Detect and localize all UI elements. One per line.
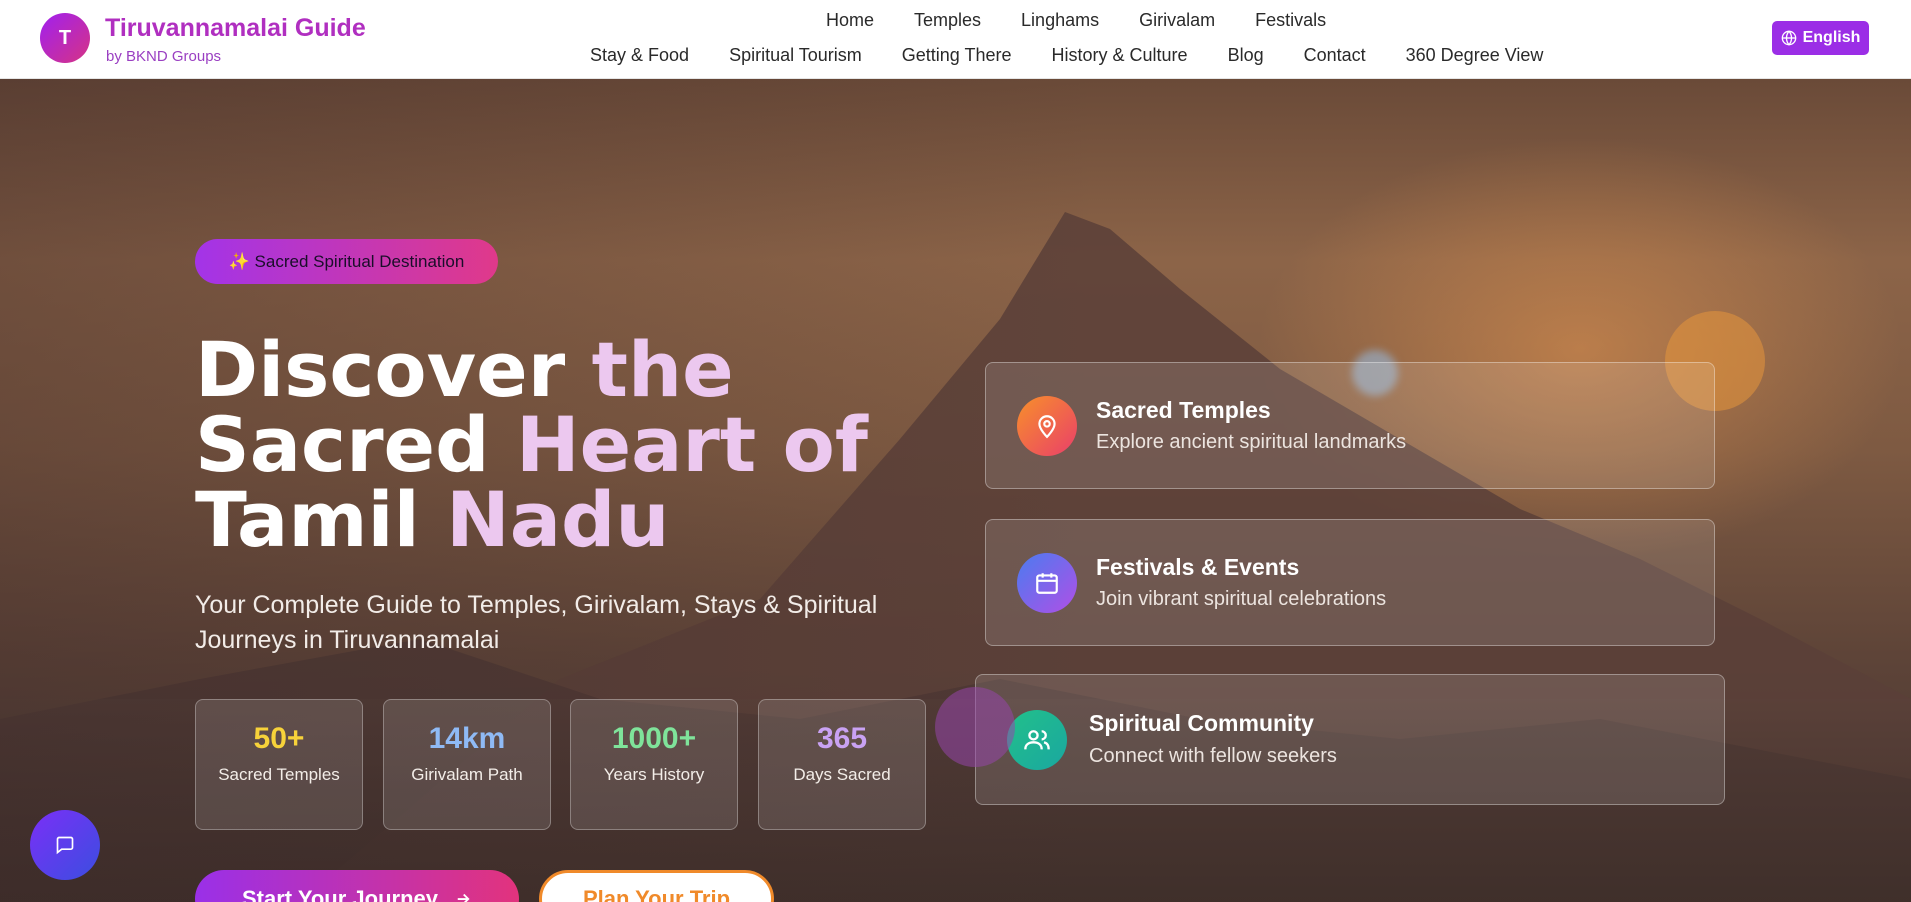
nav-item-linghams[interactable]: Linghams: [1021, 10, 1099, 31]
nav-item-stay-food[interactable]: Stay & Food: [590, 45, 689, 66]
stat-card-girivalam: 14km Girivalam Path: [383, 699, 551, 830]
card-icon-badge: [1007, 710, 1067, 770]
plan-trip-button[interactable]: Plan Your Trip: [539, 870, 774, 902]
card-title: Sacred Temples: [1096, 397, 1271, 423]
nav-item-temples[interactable]: Temples: [914, 10, 981, 31]
stat-value: 365: [816, 722, 868, 755]
nav-secondary: Stay & Food Spiritual Tourism Getting Th…: [590, 45, 1583, 66]
logo-badge[interactable]: T: [40, 13, 90, 63]
card-icon-badge: [1017, 553, 1077, 613]
nav-item-spiritual-tourism[interactable]: Spiritual Tourism: [729, 45, 862, 66]
card-spiritual-community[interactable]: Spiritual Community Connect with fellow …: [975, 674, 1725, 805]
chat-button[interactable]: [30, 810, 100, 880]
card-festivals-events[interactable]: Festivals & Events Join vibrant spiritua…: [985, 519, 1715, 646]
calendar-icon: [1036, 573, 1058, 594]
nav-item-contact[interactable]: Contact: [1304, 45, 1366, 66]
decor-orb-purple: [935, 687, 1015, 767]
card-title: Spiritual Community: [1089, 710, 1314, 736]
brand-title[interactable]: Tiruvannamalai Guide: [105, 14, 366, 43]
card-description: Join vibrant spiritual celebrations: [1096, 588, 1387, 610]
nav-item-festivals[interactable]: Festivals: [1255, 10, 1326, 31]
card-description: Connect with fellow seekers: [1089, 745, 1337, 767]
chat-icon: [56, 836, 74, 855]
nav-item-getting-there[interactable]: Getting There: [902, 45, 1012, 66]
stat-label: Girivalam Path: [411, 765, 523, 784]
stat-value: 1000+: [611, 722, 697, 755]
nav-item-history-culture[interactable]: History & Culture: [1052, 45, 1188, 66]
nav-item-360-view[interactable]: 360 Degree View: [1406, 45, 1544, 66]
stat-label: Sacred Temples: [218, 765, 340, 784]
language-button[interactable]: English: [1772, 21, 1869, 55]
card-title: Festivals & Events: [1096, 554, 1300, 580]
start-journey-button[interactable]: Start Your Journey: [195, 870, 519, 902]
stat-value: 14km: [428, 722, 506, 755]
nav-item-blog[interactable]: Blog: [1228, 45, 1264, 66]
hero-subtitle: Your Complete Guide to Temples, Girivala…: [195, 591, 878, 654]
card-sacred-temples[interactable]: Sacred Temples Explore ancient spiritual…: [985, 362, 1715, 489]
globe-icon: [1781, 30, 1796, 46]
stat-card-days: 365 Days Sacred: [758, 699, 926, 830]
card-description: Explore ancient spiritual landmarks: [1096, 431, 1407, 453]
users-icon: [1024, 730, 1050, 750]
hero-title-accent: Nadu: [446, 475, 670, 564]
language-label: English: [1802, 29, 1861, 46]
stat-card-history: 1000+ Years History: [570, 699, 738, 830]
map-pin-icon: [1038, 415, 1056, 439]
arrow-right-icon: [457, 893, 470, 902]
stat-label: Years History: [603, 765, 705, 784]
stat-card-temples: 50+ Sacred Temples: [195, 699, 363, 830]
stat-label: Days Sacred: [793, 765, 891, 784]
hero-title: Discover the Sacred Heart of Tamil Nadu: [195, 332, 975, 558]
nav-primary: Home Temples Linghams Girivalam Festival…: [826, 10, 1366, 31]
site-header: T Tiruvannamalai Guide by BKND Groups Ho…: [0, 0, 1911, 79]
nav-item-girivalam[interactable]: Girivalam: [1139, 10, 1215, 31]
nav-item-home[interactable]: Home: [826, 10, 874, 31]
destination-badge: ✨ Sacred Spiritual Destination: [195, 239, 498, 284]
stat-value: 50+: [253, 722, 305, 755]
brand-subtitle: by BKND Groups: [106, 48, 222, 65]
start-journey-label: Start Your Journey: [241, 886, 438, 902]
card-icon-badge: [1017, 396, 1077, 456]
hero-title-part: Tamil: [195, 475, 447, 564]
